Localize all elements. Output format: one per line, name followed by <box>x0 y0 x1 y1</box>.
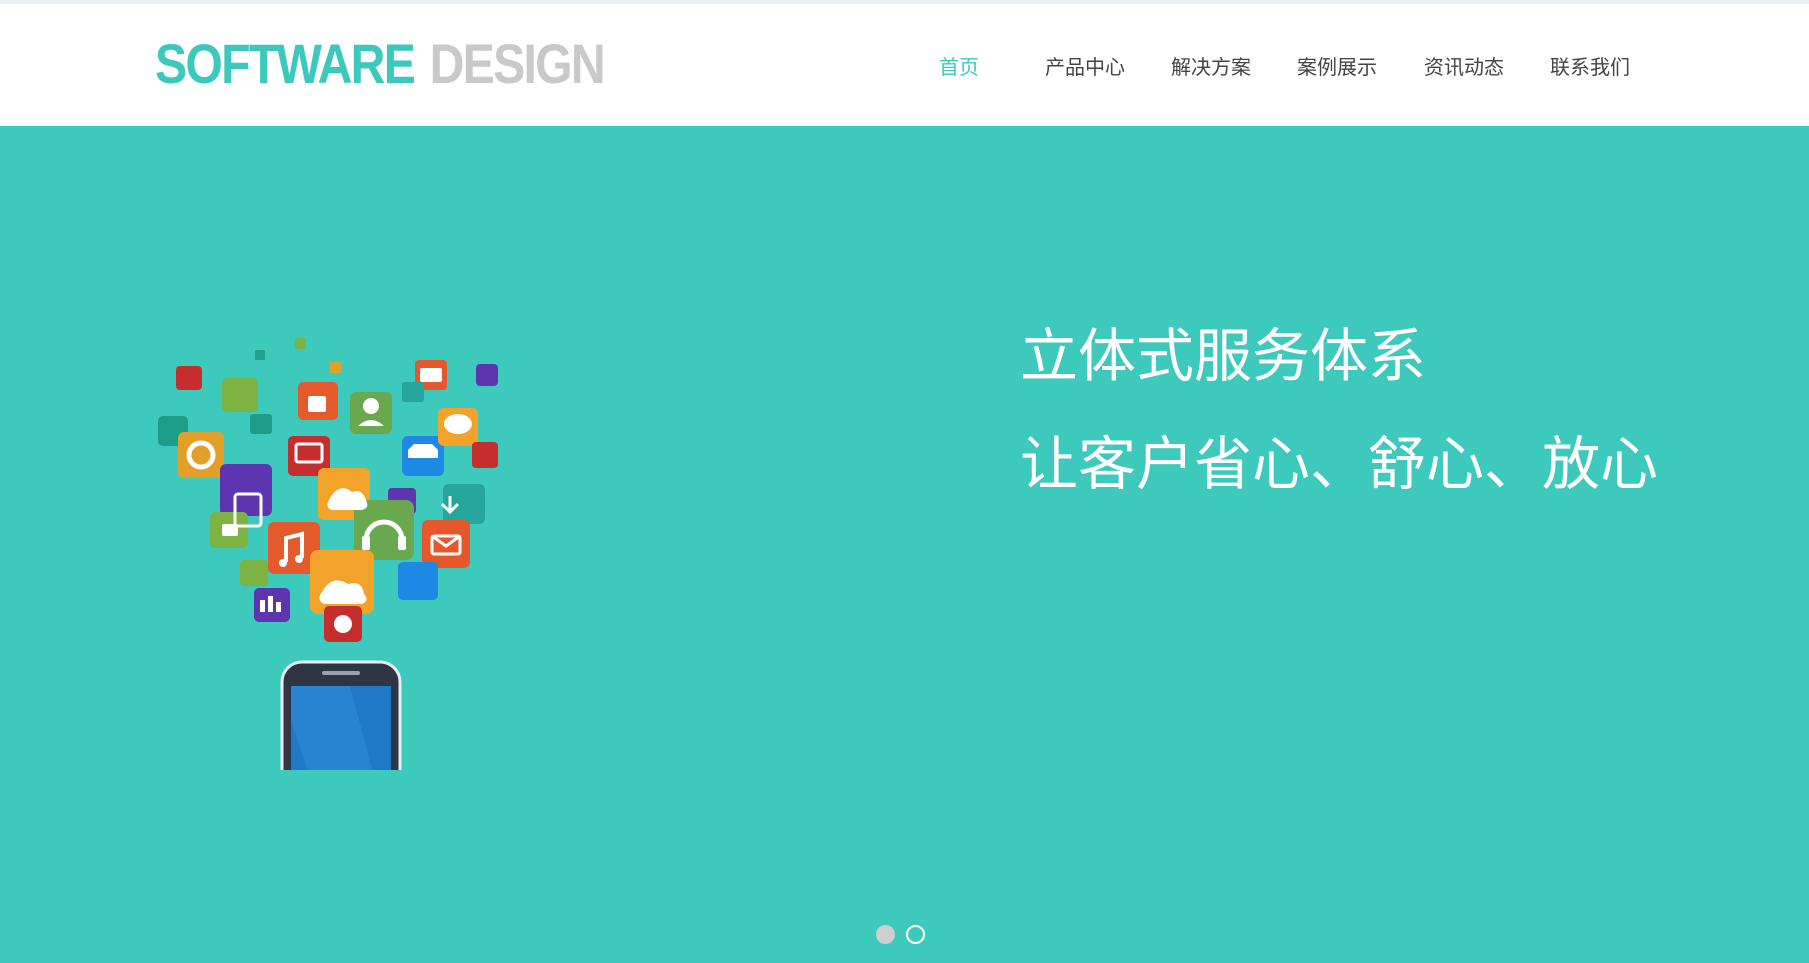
hero-text-block: 立体式服务体系 让客户省心、舒心、放心 <box>1020 320 1720 500</box>
nav-item-solutions[interactable]: 解决方案 <box>1171 50 1251 84</box>
video-app-icon <box>176 366 202 390</box>
site-header: SOFTWARE DESIGN 首页 产品中心 解决方案 案例展示 资讯动态 联系… <box>0 4 1809 126</box>
tablet-app-icon <box>220 464 272 516</box>
app-icon-cluster <box>158 360 498 642</box>
carousel-dot-1[interactable] <box>876 925 895 944</box>
drink-app-icon <box>402 382 424 402</box>
floating-square-icon <box>255 350 265 360</box>
carousel-dot-2[interactable] <box>906 925 925 944</box>
smartphone-icon <box>280 660 402 770</box>
windows-app-icon <box>398 562 438 600</box>
nav-item-products[interactable]: 产品中心 <box>1045 50 1125 84</box>
restaurant-app-icon <box>472 442 498 468</box>
floating-square-icon <box>330 362 341 373</box>
nav-item-news[interactable]: 资讯动态 <box>1424 50 1504 84</box>
hero-subheading: 让客户省心、舒心、放心 <box>1020 430 1659 498</box>
compass-app-icon <box>240 560 268 586</box>
hero-heading: 立体式服务体系 <box>1020 322 1427 390</box>
smartphone-app-icons-illustration <box>158 338 498 770</box>
basket-app-icon <box>476 364 498 386</box>
mail-app-icon <box>422 520 470 568</box>
settings-gear-app-icon <box>178 432 224 478</box>
briefcase-app-icon <box>222 378 258 412</box>
floating-square-icon <box>295 338 306 349</box>
nav-item-cases[interactable]: 案例展示 <box>1297 50 1377 84</box>
nav-item-contact[interactable]: 联系我们 <box>1550 50 1630 84</box>
shoe-app-icon <box>250 414 272 434</box>
main-nav: 首页 产品中心 解决方案 案例展示 资讯动态 联系我们 <box>0 50 1809 84</box>
nav-item-home[interactable]: 首页 <box>939 50 979 84</box>
